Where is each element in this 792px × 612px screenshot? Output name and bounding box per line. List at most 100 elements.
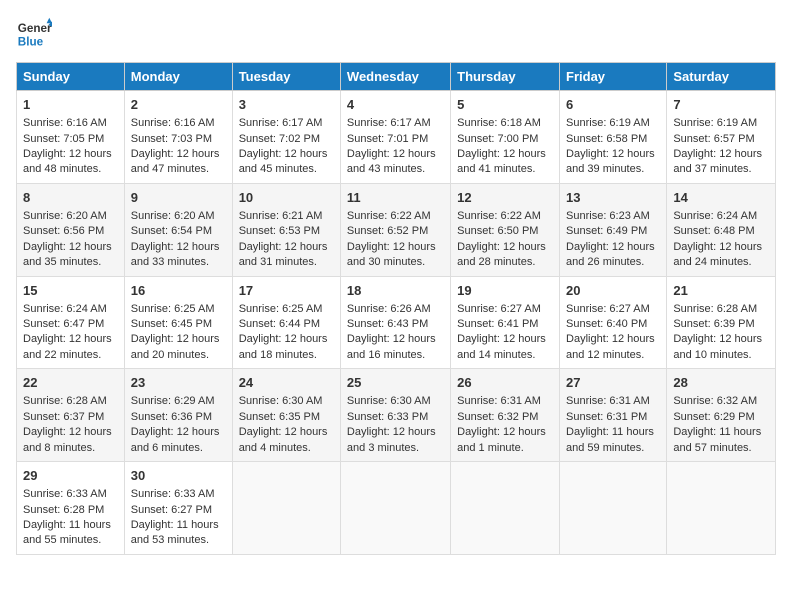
sunset: Sunset: 6:45 PM: [131, 318, 212, 330]
sunrise: Sunrise: 6:28 AM: [673, 303, 757, 315]
sunset: Sunset: 6:35 PM: [239, 411, 320, 423]
calendar-cell: 30Sunrise: 6:33 AMSunset: 6:27 PMDayligh…: [124, 462, 232, 555]
day-number: 11: [347, 189, 444, 207]
sunrise: Sunrise: 6:33 AM: [23, 488, 107, 500]
sunset: Sunset: 6:44 PM: [239, 318, 320, 330]
sunrise: Sunrise: 6:25 AM: [239, 303, 323, 315]
calendar-cell: 5 Sunrise: 6:18 AM Sunset: 7:00 PM Daylight…: [451, 91, 560, 184]
calendar-cell: 13Sunrise: 6:23 AMSunset: 6:49 PMDayligh…: [560, 183, 667, 276]
daylight-label: Daylight: 12 hours and 45 minutes.: [239, 148, 328, 175]
sunrise: Sunrise: 6:18 AM: [457, 117, 541, 129]
calendar-cell: 19Sunrise: 6:27 AMSunset: 6:41 PMDayligh…: [451, 276, 560, 369]
calendar-cell: 27Sunrise: 6:31 AMSunset: 6:31 PMDayligh…: [560, 369, 667, 462]
day-number: 16: [131, 282, 226, 300]
day-number: 4: [347, 96, 444, 114]
day-number: 2: [131, 96, 226, 114]
day-number: 8: [23, 189, 118, 207]
sunset: Sunset: 7:05 PM: [23, 133, 104, 145]
day-number: 1: [23, 96, 118, 114]
sunrise: Sunrise: 6:27 AM: [457, 303, 541, 315]
calendar-cell: [451, 462, 560, 555]
sunset: Sunset: 6:52 PM: [347, 225, 428, 237]
day-number: 5: [457, 96, 553, 114]
daylight-label: Daylight: 12 hours and 24 minutes.: [673, 241, 762, 268]
sunset: Sunset: 6:41 PM: [457, 318, 538, 330]
daylight-label: Daylight: 12 hours and 14 minutes.: [457, 333, 546, 360]
calendar-cell: 23Sunrise: 6:29 AMSunset: 6:36 PMDayligh…: [124, 369, 232, 462]
day-number: 6: [566, 96, 660, 114]
sunset: Sunset: 6:54 PM: [131, 225, 212, 237]
sunrise: Sunrise: 6:21 AM: [239, 210, 323, 222]
calendar-table: SundayMondayTuesdayWednesdayThursdayFrid…: [16, 62, 776, 555]
calendar-cell: 8Sunrise: 6:20 AMSunset: 6:56 PMDaylight…: [17, 183, 125, 276]
col-header-wednesday: Wednesday: [340, 63, 450, 91]
daylight-label: Daylight: 11 hours and 59 minutes.: [566, 426, 654, 453]
calendar-cell: 17Sunrise: 6:25 AMSunset: 6:44 PMDayligh…: [232, 276, 340, 369]
daylight-label: Daylight: 12 hours and 37 minutes.: [673, 148, 762, 175]
calendar-cell: 7Sunrise: 6:19 AMSunset: 6:57 PMDaylight…: [667, 91, 776, 184]
daylight-label: Daylight: 12 hours and 20 minutes.: [131, 333, 220, 360]
svg-text:General: General: [18, 22, 52, 35]
day-number: 14: [673, 189, 769, 207]
sunset: Sunset: 6:37 PM: [23, 411, 104, 423]
sunrise: Sunrise: 6:22 AM: [347, 210, 431, 222]
calendar-cell: 3Sunrise: 6:17 AMSunset: 7:02 PMDaylight…: [232, 91, 340, 184]
calendar-cell: 1Sunrise: 6:16 AMSunset: 7:05 PMDaylight…: [17, 91, 125, 184]
calendar-cell: 11Sunrise: 6:22 AMSunset: 6:52 PMDayligh…: [340, 183, 450, 276]
sunset: Sunset: 6:53 PM: [239, 225, 320, 237]
sunset: Sunset: 6:43 PM: [347, 318, 428, 330]
sunset: Sunset: 6:39 PM: [673, 318, 754, 330]
calendar-cell: 14Sunrise: 6:24 AMSunset: 6:48 PMDayligh…: [667, 183, 776, 276]
daylight-label: Daylight: 12 hours and 18 minutes.: [239, 333, 328, 360]
sunrise: Sunrise: 6:31 AM: [457, 395, 541, 407]
day-number: 27: [566, 374, 660, 392]
col-header-thursday: Thursday: [451, 63, 560, 91]
sunset: Sunset: 6:36 PM: [131, 411, 212, 423]
daylight-label: Daylight: 12 hours and 35 minutes.: [23, 241, 112, 268]
calendar-cell: 16Sunrise: 6:25 AMSunset: 6:45 PMDayligh…: [124, 276, 232, 369]
daylight-label: Daylight: 12 hours and 8 minutes.: [23, 426, 112, 453]
sunrise: Sunrise: 6:30 AM: [347, 395, 431, 407]
svg-text:Blue: Blue: [18, 36, 44, 49]
sunset: Sunset: 6:40 PM: [566, 318, 647, 330]
daylight-label: Daylight: 12 hours and 41 minutes.: [457, 148, 546, 175]
calendar-cell: 29Sunrise: 6:33 AMSunset: 6:28 PMDayligh…: [17, 462, 125, 555]
daylight-label: Daylight: 12 hours and 6 minutes.: [131, 426, 220, 453]
day-number: 7: [673, 96, 769, 114]
day-number: 29: [23, 467, 118, 485]
sunset: Sunset: 6:29 PM: [673, 411, 754, 423]
day-number: 9: [131, 189, 226, 207]
daylight-label: Daylight: 11 hours and 55 minutes.: [23, 519, 111, 546]
sunrise: Sunrise: 6:17 AM: [347, 117, 431, 129]
sunset: Sunset: 7:00 PM: [457, 133, 538, 145]
calendar-week-1: 1 Sunrise: 6:16 AM Sunset: 7:05 PM Daylight…: [17, 91, 776, 184]
sunset: Sunset: 6:50 PM: [457, 225, 538, 237]
calendar-cell: 26Sunrise: 6:31 AMSunset: 6:32 PMDayligh…: [451, 369, 560, 462]
day-number: 25: [347, 374, 444, 392]
daylight-label: Daylight: 12 hours and 28 minutes.: [457, 241, 546, 268]
sunset: Sunset: 6:32 PM: [457, 411, 538, 423]
sunset: Sunset: 6:33 PM: [347, 411, 428, 423]
daylight-label: Daylight: 12 hours and 3 minutes.: [347, 426, 436, 453]
col-header-monday: Monday: [124, 63, 232, 91]
calendar-cell: 10Sunrise: 6:21 AMSunset: 6:53 PMDayligh…: [232, 183, 340, 276]
col-header-friday: Friday: [560, 63, 667, 91]
sunset: Sunset: 6:27 PM: [131, 504, 212, 516]
sunrise: Sunrise: 6:17 AM: [239, 117, 323, 129]
sunset: Sunset: 6:57 PM: [673, 133, 754, 145]
daylight-label: Daylight: 12 hours and 16 minutes.: [347, 333, 436, 360]
logo: General Blue: [16, 16, 52, 52]
day-number: 23: [131, 374, 226, 392]
day-number: 30: [131, 467, 226, 485]
daylight-label: Daylight: 12 hours and 39 minutes.: [566, 148, 655, 175]
sunrise: Sunrise: 6:27 AM: [566, 303, 650, 315]
sunrise: Sunrise: 6:20 AM: [131, 210, 215, 222]
calendar-week-5: 29Sunrise: 6:33 AMSunset: 6:28 PMDayligh…: [17, 462, 776, 555]
sunrise: Sunrise: 6:22 AM: [457, 210, 541, 222]
sunrise: Sunrise: 6:16 AM: [23, 117, 107, 129]
sunrise: Sunrise: 6:31 AM: [566, 395, 650, 407]
day-number: 28: [673, 374, 769, 392]
sunrise: Sunrise: 6:24 AM: [673, 210, 757, 222]
calendar-cell: [340, 462, 450, 555]
daylight-label: Daylight: 12 hours and 12 minutes.: [566, 333, 655, 360]
